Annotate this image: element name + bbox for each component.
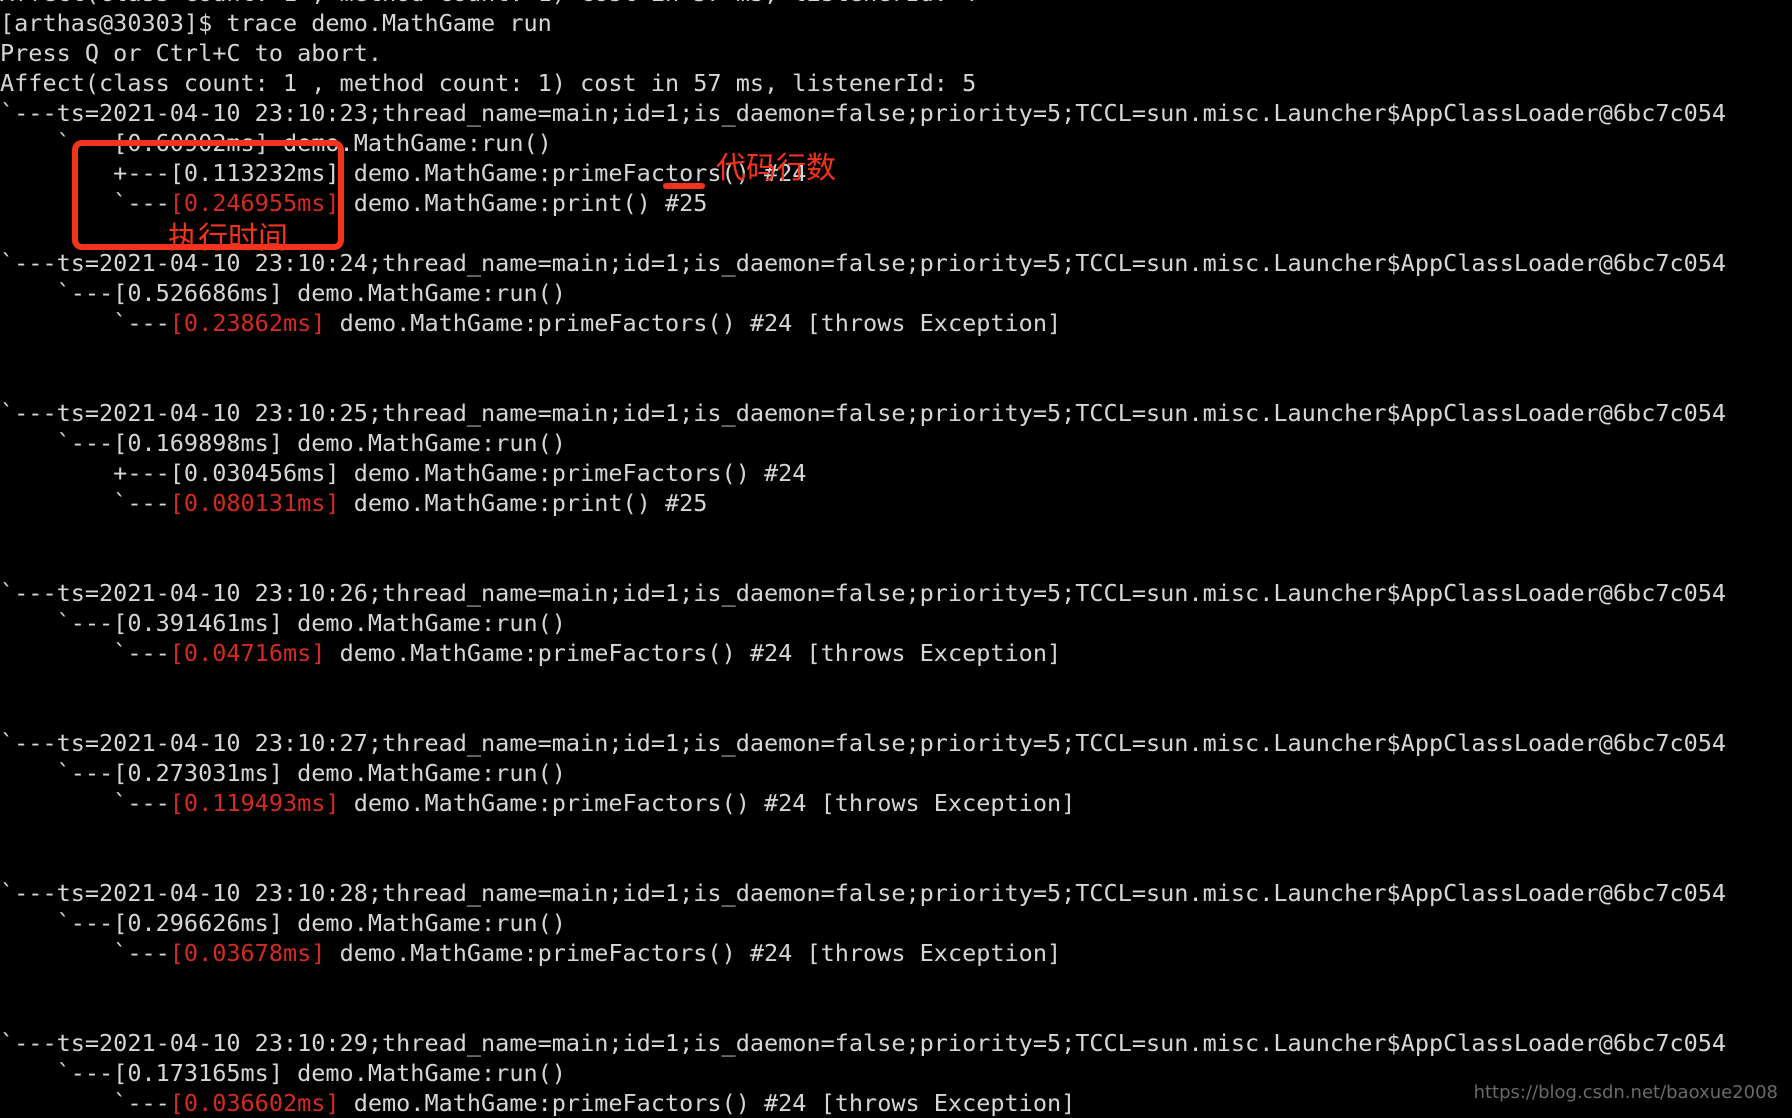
console-text: `---ts=2021-04-10 23:10:25;thread_name=m…: [0, 399, 1727, 427]
console-text: `---[0.391461ms] demo.MathGame:run(): [0, 609, 566, 637]
console-text: `---: [0, 789, 170, 817]
console-line: [0, 848, 1792, 878]
console-text: `---: [0, 489, 170, 517]
console-line: [0, 548, 1792, 578]
console-text: demo.MathGame:primeFactors() #24 [throws…: [325, 639, 1062, 667]
console-line: `---ts=2021-04-10 23:10:28;thread_name=m…: [0, 878, 1792, 908]
console-line: `---[0.273031ms] demo.MathGame:run(): [0, 758, 1792, 788]
console-line: `---[0.119493ms] demo.MathGame:primeFact…: [0, 788, 1792, 818]
console-line: [0, 668, 1792, 698]
console-text: `---: [0, 189, 170, 217]
console-line: Press Q or Ctrl+C to abort.: [0, 38, 1792, 68]
console-line: `---[0.526686ms] demo.MathGame:run(): [0, 278, 1792, 308]
cost-value: [0.04716ms]: [169, 639, 326, 667]
console-line: [0, 698, 1792, 728]
terminal-window[interactable]: Affect(class count: 1 , method count: 1)…: [0, 0, 1792, 1117]
console-text: `---ts=2021-04-10 23:10:29;thread_name=m…: [0, 1029, 1727, 1057]
console-line: [0, 998, 1792, 1028]
watermark: https://blog.csdn.net/baoxue2008: [1473, 1082, 1778, 1103]
console-text: `---: [0, 1089, 170, 1117]
line-number-annotation-label: 代码行数: [716, 151, 836, 186]
console-text: demo.MathGame:primeFactors() #24 [throws…: [339, 1089, 1076, 1117]
console-line: `---ts=2021-04-10 23:10:27;thread_name=m…: [0, 728, 1792, 758]
cost-value: [0.036602ms]: [169, 1089, 340, 1117]
console-line: `---[0.080131ms] demo.MathGame:print() #…: [0, 488, 1792, 518]
console-line: `---ts=2021-04-10 23:10:25;thread_name=m…: [0, 398, 1792, 428]
console-text: +---[0.113232ms] demo.MathGame:primeFact…: [0, 159, 807, 187]
console-text: `---ts=2021-04-10 23:10:23;thread_name=m…: [0, 99, 1727, 127]
console-line: `---[0.391461ms] demo.MathGame:run(): [0, 608, 1792, 638]
console-text: `---: [0, 939, 170, 967]
console-text: `---[0.296626ms] demo.MathGame:run(): [0, 909, 566, 937]
console-text: demo.MathGame:print() #25: [339, 189, 708, 217]
console-line: [0, 968, 1792, 998]
console-text: `---[0.169898ms] demo.MathGame:run(): [0, 429, 566, 457]
console-text: demo.MathGame:primeFactors() #24 [throws…: [339, 789, 1076, 817]
console-text: +---[0.030456ms] demo.MathGame:primeFact…: [0, 459, 807, 487]
cost-value: [0.246955ms]: [169, 189, 340, 217]
cost-value: [0.119493ms]: [169, 789, 340, 817]
cost-value: [0.23862ms]: [169, 309, 326, 337]
console-line: `---[0.169898ms] demo.MathGame:run(): [0, 428, 1792, 458]
console-line: [0, 518, 1792, 548]
console-text: demo.MathGame:primeFactors() #24 [throws…: [325, 309, 1062, 337]
console-line: `---ts=2021-04-10 23:10:26;thread_name=m…: [0, 578, 1792, 608]
console-text: [arthas@30303]$ trace demo.MathGame run: [0, 9, 552, 37]
console-line: `---[0.23862ms] demo.MathGame:primeFacto…: [0, 308, 1792, 338]
console-text: `---[0.273031ms] demo.MathGame:run(): [0, 759, 566, 787]
console-text: `---ts=2021-04-10 23:10:26;thread_name=m…: [0, 579, 1727, 607]
console-text: demo.MathGame:print() #25: [339, 489, 708, 517]
cost-annotation-label: 执行时间: [168, 221, 288, 256]
console-text: `---[0.173165ms] demo.MathGame:run(): [0, 1059, 566, 1087]
console-text: Press Q or Ctrl+C to abort.: [0, 39, 383, 67]
console-line: [0, 338, 1792, 368]
console-output: [arthas@30303]$ trace demo.MathGame run P…: [0, 8, 1792, 1118]
console-line: `---[0.296626ms] demo.MathGame:run(): [0, 908, 1792, 938]
console-text: `---ts=2021-04-10 23:10:27;thread_name=m…: [0, 729, 1727, 757]
console-line: +---[0.113232ms] demo.MathGame:primeFact…: [0, 158, 1792, 188]
scrolled-off-line: Affect(class count: 1 , method count: 1)…: [0, 0, 1792, 8]
console-line: `---[0.246955ms] demo.MathGame:print() #…: [0, 188, 1792, 218]
cost-value: [0.03678ms]: [169, 939, 326, 967]
console-line: [arthas@30303]$ trace demo.MathGame run: [0, 8, 1792, 38]
console-text: Affect(class count: 1 , method count: 1)…: [0, 69, 977, 97]
console-line: `---ts=2021-04-10 23:10:23;thread_name=m…: [0, 98, 1792, 128]
console-line: Affect(class count: 1 , method count: 1)…: [0, 68, 1792, 98]
cost-value: [0.080131ms]: [169, 489, 340, 517]
console-text: `---[0.60902ms] demo.MathGame:run(): [0, 129, 552, 157]
console-line: [0, 818, 1792, 848]
console-line: `---[0.03678ms] demo.MathGame:primeFacto…: [0, 938, 1792, 968]
console-line: `---[0.60902ms] demo.MathGame:run(): [0, 128, 1792, 158]
console-text: `---[0.526686ms] demo.MathGame:run(): [0, 279, 566, 307]
console-line: `---[0.04716ms] demo.MathGame:primeFacto…: [0, 638, 1792, 668]
console-text: `---ts=2021-04-10 23:10:28;thread_name=m…: [0, 879, 1727, 907]
console-line: [0, 368, 1792, 398]
console-text: `---: [0, 639, 170, 667]
console-text: `---: [0, 309, 170, 337]
console-line: `---ts=2021-04-10 23:10:29;thread_name=m…: [0, 1028, 1792, 1058]
console-text: demo.MathGame:primeFactors() #24 [throws…: [325, 939, 1062, 967]
console-line: +---[0.030456ms] demo.MathGame:primeFact…: [0, 458, 1792, 488]
